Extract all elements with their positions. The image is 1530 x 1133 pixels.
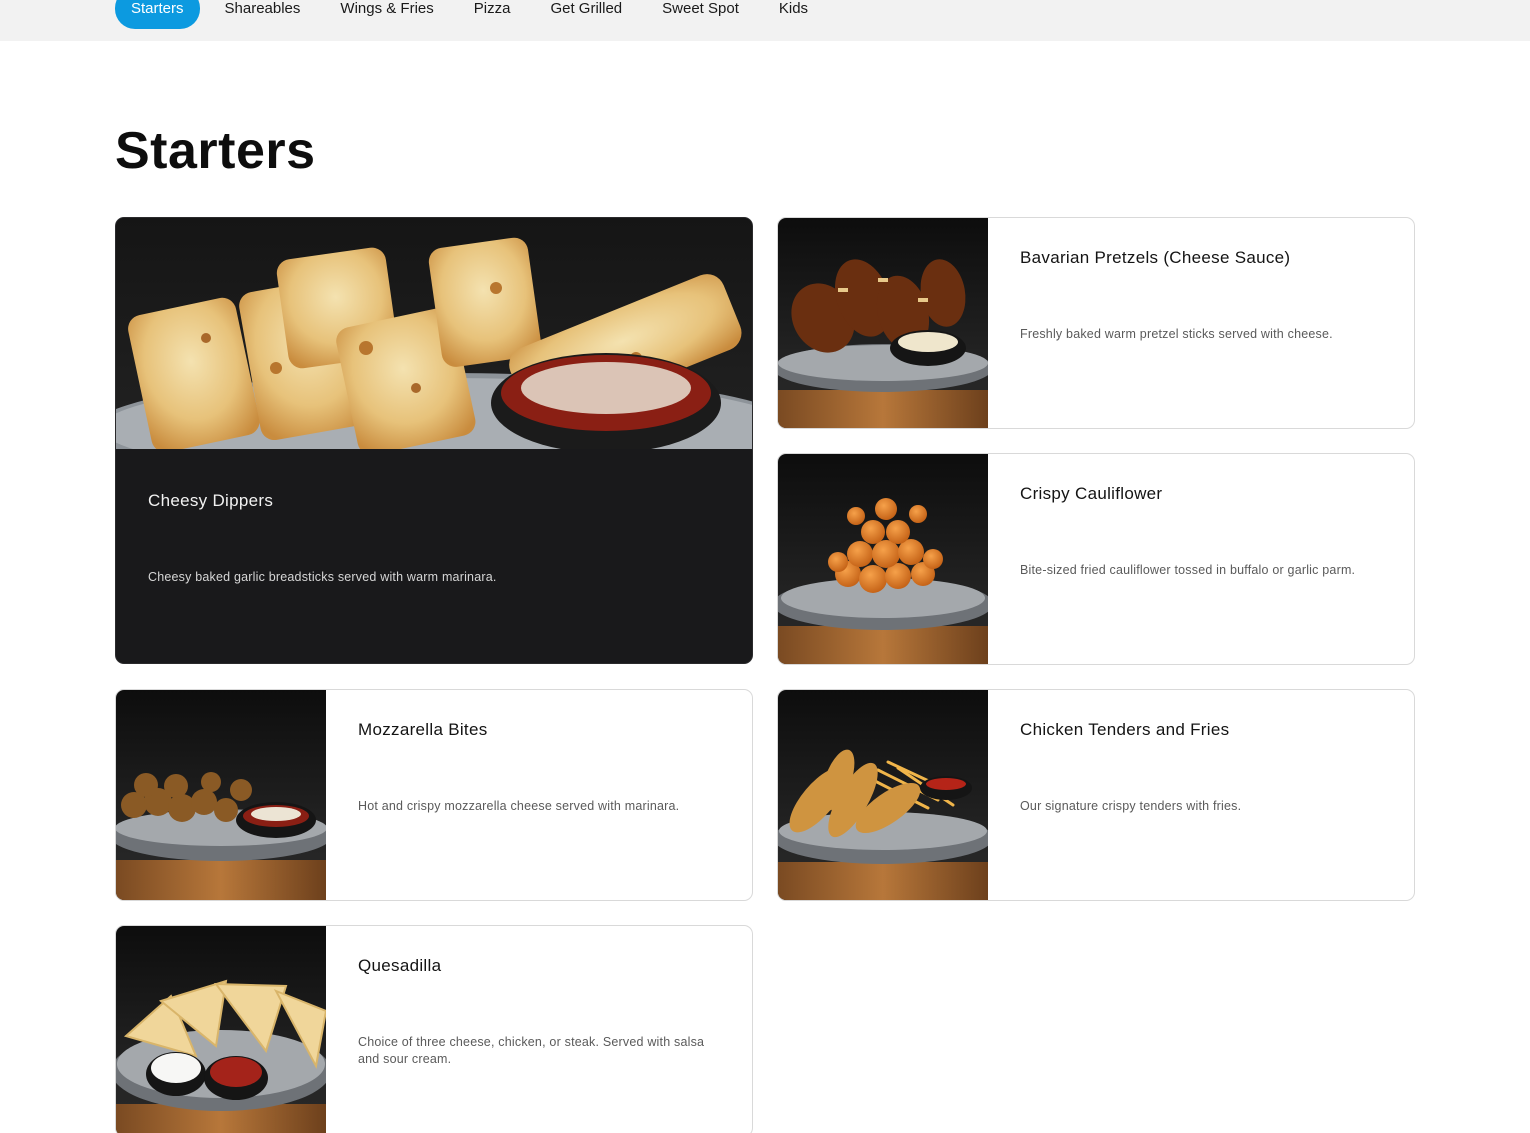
- menu-item-text: Mozzarella Bites Hot and crispy mozzarel…: [358, 690, 728, 900]
- tab-wings-fries[interactable]: Wings & Fries: [320, 0, 453, 29]
- tab-kids[interactable]: Kids: [759, 0, 828, 29]
- section-title: Starters: [115, 122, 316, 180]
- menu-item-name: Mozzarella Bites: [358, 720, 488, 739]
- menu-item-text: Crispy Cauliflower Bite-sized fried caul…: [1020, 454, 1390, 664]
- menu-item-description: Our signature crispy tenders with fries.: [1020, 799, 1242, 813]
- mozzarella-bites-photo: [116, 690, 326, 900]
- menu-item-description: Freshly baked warm pretzel sticks served…: [1020, 327, 1333, 341]
- breadsticks-photo: [116, 218, 752, 449]
- menu-item-text: Cheesy Dippers Cheesy baked garlic bread…: [148, 449, 720, 663]
- chicken-tenders-photo: [778, 690, 988, 900]
- menu-item-card[interactable]: Quesadilla Choice of three cheese, chick…: [115, 925, 753, 1133]
- tab-starters[interactable]: Starters: [115, 0, 200, 29]
- menu-item-name: Bavarian Pretzels (Cheese Sauce): [1020, 248, 1291, 267]
- menu-item-card[interactable]: Bavarian Pretzels (Cheese Sauce) Freshly…: [777, 217, 1415, 429]
- tab-get-grilled[interactable]: Get Grilled: [530, 0, 642, 29]
- menu-item-text: Quesadilla Choice of three cheese, chick…: [358, 926, 728, 1133]
- menu-item-name: Cheesy Dippers: [148, 491, 274, 510]
- tab-sweet-spot[interactable]: Sweet Spot: [642, 0, 759, 29]
- pretzels-photo: [778, 218, 988, 428]
- menu-item-text: Chicken Tenders and Fries Our signature …: [1020, 690, 1390, 900]
- tab-shareables[interactable]: Shareables: [205, 0, 321, 29]
- menu-item-card[interactable]: Crispy Cauliflower Bite-sized fried caul…: [777, 453, 1415, 665]
- menu-item-name: Chicken Tenders and Fries: [1020, 720, 1230, 739]
- tab-pizza[interactable]: Pizza: [454, 0, 531, 29]
- quesadilla-photo: [116, 926, 326, 1133]
- category-tabs: Starters Shareables Wings & Fries Pizza …: [115, 0, 828, 29]
- menu-item-name: Quesadilla: [358, 956, 442, 975]
- menu-item-description: Cheesy baked garlic breadsticks served w…: [148, 570, 497, 584]
- menu-item-description: Choice of three cheese, chicken, or stea…: [358, 1035, 705, 1066]
- menu-item-card[interactable]: Mozzarella Bites Hot and crispy mozzarel…: [115, 689, 753, 901]
- menu-item-description: Hot and crispy mozzarella cheese served …: [358, 799, 680, 813]
- menu-item-description: Bite-sized fried cauliflower tossed in b…: [1020, 563, 1356, 577]
- cauliflower-photo: [778, 454, 988, 664]
- menu-item-card[interactable]: Chicken Tenders and Fries Our signature …: [777, 689, 1415, 901]
- menu-item-card[interactable]: Cheesy Dippers Cheesy baked garlic bread…: [115, 217, 753, 664]
- menu-item-text: Bavarian Pretzels (Cheese Sauce) Freshly…: [1020, 218, 1390, 428]
- menu-item-name: Crispy Cauliflower: [1020, 484, 1163, 503]
- category-nav: Starters Shareables Wings & Fries Pizza …: [0, 0, 1530, 41]
